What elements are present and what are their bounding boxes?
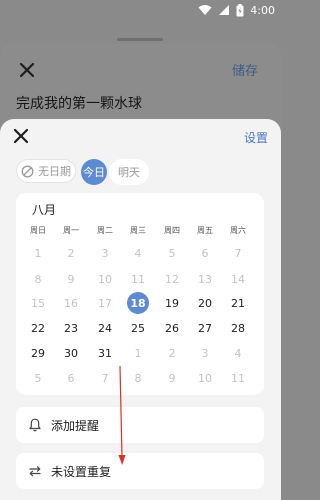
calendar-day[interactable]: 6	[194, 242, 216, 264]
calendar-grid: 1 2 3 4 5 6 7 8 9 10 11 12 13 14 15 16 17 18 19 20 21 22 23 24 2…	[16, 193, 264, 395]
task-title[interactable]: 完成我的第一颗水球	[16, 93, 142, 113]
calendar-day[interactable]: 1	[127, 342, 149, 364]
calendar-day[interactable]: 28	[227, 317, 249, 339]
calendar-day[interactable]: 1	[27, 242, 49, 264]
close-icon[interactable]	[18, 61, 36, 79]
calendar-day[interactable]: 9	[60, 268, 82, 290]
repeat-row[interactable]: 未设置重复	[16, 453, 264, 489]
signal-icon	[219, 5, 230, 15]
calendar-day[interactable]: 17	[94, 292, 116, 314]
calendar-day[interactable]: 4	[227, 342, 249, 364]
calendar-day[interactable]: 7	[94, 367, 116, 389]
add-reminder-row[interactable]: 添加提醒	[16, 407, 264, 443]
calendar-day[interactable]: 14	[227, 268, 249, 290]
add-reminder-label: 添加提醒	[51, 418, 100, 433]
status-time: 4:00	[250, 3, 275, 17]
calendar-day[interactable]: 29	[27, 342, 49, 364]
bell-icon	[29, 418, 41, 432]
calendar-day[interactable]: 12	[161, 268, 183, 290]
battery-icon	[236, 3, 244, 16]
no-date-label: 无日期	[38, 165, 71, 178]
no-date-chip[interactable]: 无日期	[16, 159, 76, 183]
calendar-day[interactable]: 10	[194, 367, 216, 389]
status-bar: 4:00	[0, 0, 281, 20]
calendar-day[interactable]: 19	[161, 292, 183, 314]
save-button[interactable]: 储存	[232, 60, 258, 79]
calendar-day[interactable]: 16	[60, 292, 82, 314]
calendar-day[interactable]: 24	[94, 317, 116, 339]
calendar-day[interactable]: 6	[60, 367, 82, 389]
calendar-day[interactable]: 5	[27, 367, 49, 389]
calendar-day[interactable]: 10	[94, 268, 116, 290]
calendar-day[interactable]: 7	[227, 242, 249, 264]
wifi-icon	[198, 5, 212, 15]
calendar-day[interactable]: 15	[27, 292, 49, 314]
close-icon[interactable]	[12, 127, 30, 145]
calendar-day[interactable]: 20	[194, 292, 216, 314]
repeat-icon	[29, 466, 41, 477]
tomorrow-chip[interactable]: 明天	[109, 159, 149, 185]
sheet-drag-handle[interactable]	[117, 38, 163, 41]
selected-day[interactable]: 18	[127, 292, 149, 314]
calendar-day[interactable]: 31	[94, 342, 116, 364]
repeat-label: 未设置重复	[51, 464, 112, 479]
calendar-day[interactable]: 30	[60, 342, 82, 364]
calendar-day[interactable]: 9	[161, 367, 183, 389]
calendar-day[interactable]: 2	[161, 342, 183, 364]
settings-button[interactable]: 设置	[244, 129, 268, 146]
calendar-day[interactable]: 21	[227, 292, 249, 314]
calendar-day[interactable]: 5	[161, 242, 183, 264]
calendar-day[interactable]: 3	[194, 342, 216, 364]
calendar-day[interactable]: 8	[127, 367, 149, 389]
calendar-day[interactable]: 4	[127, 242, 149, 264]
calendar-day[interactable]: 11	[227, 367, 249, 389]
calendar-day[interactable]: 8	[27, 268, 49, 290]
no-date-icon	[21, 165, 34, 177]
calendar-day[interactable]: 3	[94, 242, 116, 264]
calendar-card: 八月 周日 周一 周二 周三 周四 周五 周六 1 2 3 4 5 6 7 8 9 10 11 12 13 14 15 1…	[16, 193, 264, 395]
calendar-day[interactable]: 27	[194, 317, 216, 339]
calendar-day[interactable]: 13	[194, 268, 216, 290]
calendar-day[interactable]: 2	[60, 242, 82, 264]
calendar-day[interactable]: 23	[60, 317, 82, 339]
calendar-day[interactable]: 11	[127, 268, 149, 290]
calendar-day[interactable]: 25	[127, 317, 149, 339]
today-chip[interactable]: 今日	[81, 159, 107, 185]
calendar-day[interactable]: 22	[27, 317, 49, 339]
calendar-day[interactable]: 26	[161, 317, 183, 339]
